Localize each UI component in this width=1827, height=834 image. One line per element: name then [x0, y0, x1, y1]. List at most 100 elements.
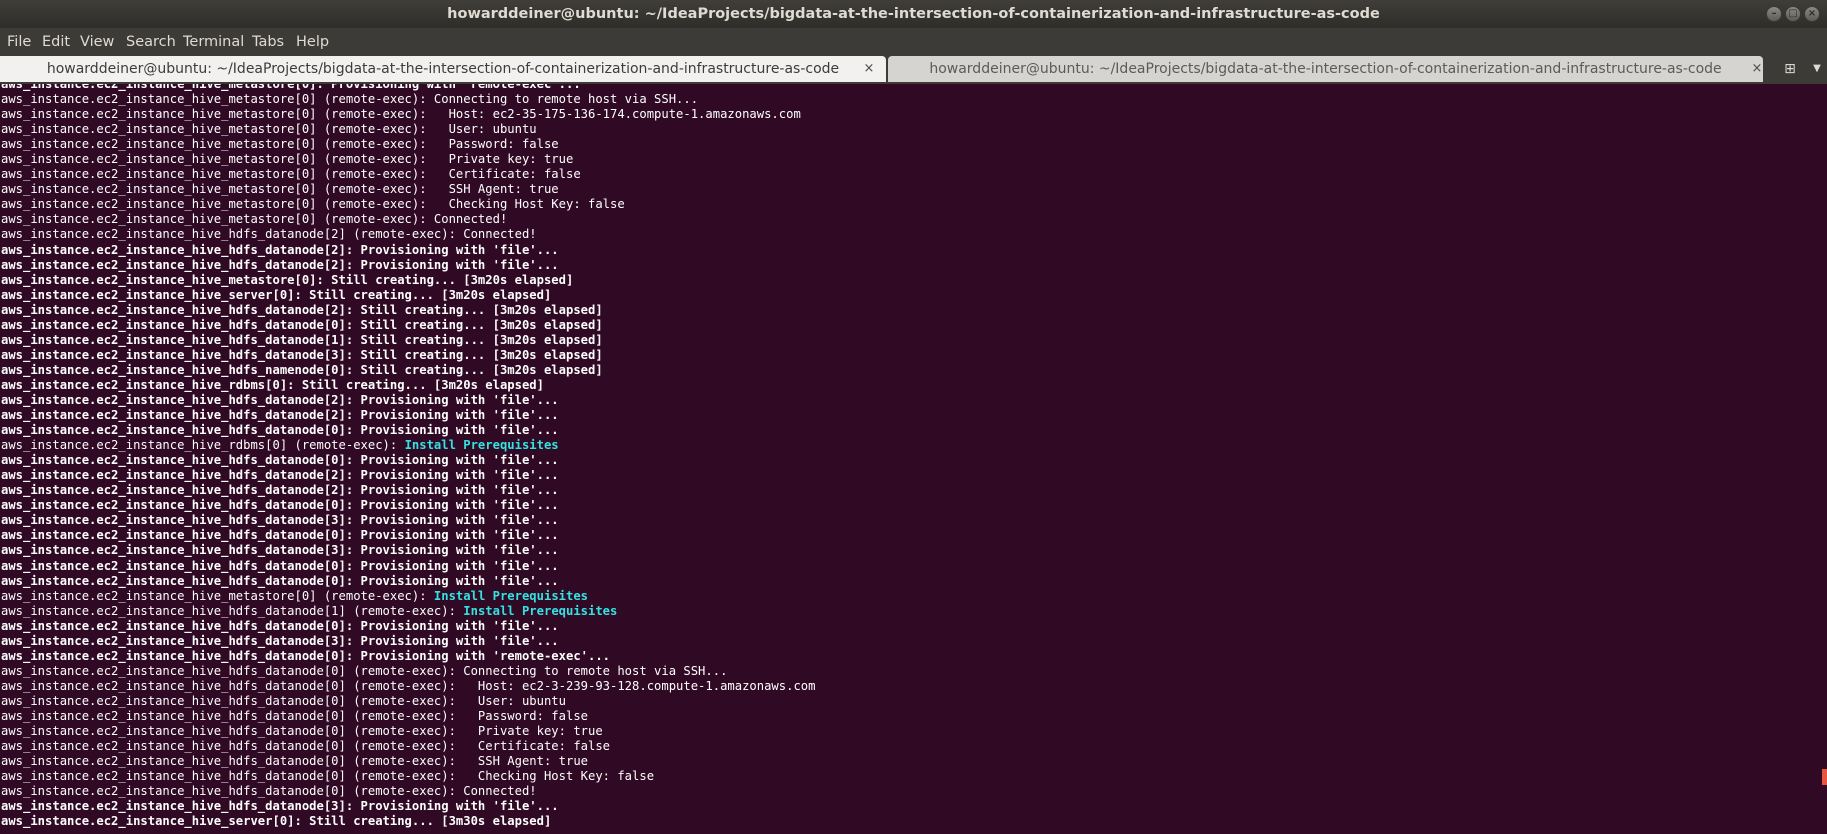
- terminal-line-text: aws_instance.ec2_instance_hive_hdfs_data…: [1, 633, 559, 648]
- tab-label: howarddeiner@ubuntu: ~/IdeaProjects/bigd…: [929, 61, 1722, 77]
- menu-help[interactable]: Help: [296, 28, 329, 56]
- terminal-line-text: aws_instance.ec2_instance_hive_hdfs_data…: [1, 693, 566, 708]
- terminal-line: aws_instance.ec2_instance_hive_hdfs_data…: [1, 754, 815, 769]
- terminal-line: aws_instance.ec2_instance_hive_hdfs_data…: [1, 258, 815, 273]
- terminal-line-text: aws_instance.ec2_instance_hive_hdfs_data…: [1, 558, 559, 573]
- new-tab-icon[interactable]: ⊞: [1781, 61, 1799, 77]
- menu-file[interactable]: File: [7, 28, 31, 56]
- terminal-line-text: aws_instance.ec2_instance_hive_metastore…: [1, 588, 434, 603]
- terminal-line: aws_instance.ec2_instance_hive_metastore…: [1, 137, 815, 152]
- terminal-line: aws_instance.ec2_instance_hive_hdfs_data…: [1, 243, 815, 258]
- close-tab-icon[interactable]: ×: [1750, 56, 1764, 82]
- terminal-line: aws_instance.ec2_instance_hive_hdfs_data…: [1, 528, 815, 543]
- terminal-line: aws_instance.ec2_instance_hive_hdfs_data…: [1, 468, 815, 483]
- terminal-line-text: aws_instance.ec2_instance_hive_hdfs_data…: [1, 648, 611, 663]
- close-tab-icon[interactable]: ×: [862, 56, 876, 82]
- menu-tabs[interactable]: Tabs: [252, 28, 284, 56]
- terminal-line: aws_instance.ec2_instance_hive_hdfs_data…: [1, 543, 815, 558]
- terminal-line: aws_instance.ec2_instance_hive_hdfs_data…: [1, 574, 815, 589]
- terminal-line-text: aws_instance.ec2_instance_hive_metastore…: [1, 122, 537, 137]
- menu-view[interactable]: View: [80, 28, 114, 56]
- terminal-line: aws_instance.ec2_instance_hive_hdfs_data…: [1, 724, 815, 739]
- terminal-line: aws_instance.ec2_instance_hive_hdfs_data…: [1, 634, 815, 649]
- terminal-line-text: aws_instance.ec2_instance_hive_hdfs_data…: [1, 483, 559, 498]
- terminal-line-text: aws_instance.ec2_instance_hive_hdfs_data…: [1, 663, 728, 678]
- terminal-line: aws_instance.ec2_instance_hive_metastore…: [1, 212, 815, 227]
- terminal-line-text: aws_instance.ec2_instance_hive_server[0]…: [1, 814, 552, 829]
- terminal-line: aws_instance.ec2_instance_hive_hdfs_data…: [1, 333, 815, 348]
- terminal-line: aws_instance.ec2_instance_hive_hdfs_name…: [1, 363, 815, 378]
- terminal-line: aws_instance.ec2_instance_hive_server[0]…: [1, 814, 815, 829]
- tab-terminal-1[interactable]: howarddeiner@ubuntu: ~/IdeaProjects/bigd…: [0, 56, 886, 82]
- minimize-icon[interactable]: –: [1766, 6, 1782, 22]
- terminal-line: aws_instance.ec2_instance_hive_hdfs_data…: [1, 423, 815, 438]
- terminal-line-text: aws_instance.ec2_instance_hive_hdfs_data…: [1, 227, 537, 242]
- terminal-line-text: aws_instance.ec2_instance_hive_metastore…: [1, 152, 574, 167]
- terminal-line-text: aws_instance.ec2_instance_hive_hdfs_data…: [1, 769, 655, 784]
- terminal-line-text: aws_instance.ec2_instance_hive_hdfs_data…: [1, 468, 559, 483]
- terminal-line-text: aws_instance.ec2_instance_hive_metastore…: [1, 272, 574, 287]
- terminal-line-text: aws_instance.ec2_instance_hive_metastore…: [1, 137, 559, 152]
- terminal-line-text: aws_instance.ec2_instance_hive_hdfs_data…: [1, 678, 816, 693]
- terminal-line: aws_instance.ec2_instance_hive_hdfs_data…: [1, 227, 815, 242]
- terminal-line-text: aws_instance.ec2_instance_hive_metastore…: [1, 197, 625, 212]
- terminal-line: aws_instance.ec2_instance_hive_rdbms[0] …: [1, 438, 815, 453]
- terminal-line-text: aws_instance.ec2_instance_hive_metastore…: [1, 84, 581, 91]
- terminal-line: aws_instance.ec2_instance_hive_metastore…: [1, 589, 815, 604]
- terminal-line: aws_instance.ec2_instance_hive_metastore…: [1, 122, 815, 137]
- terminal-line-text: aws_instance.ec2_instance_hive_hdfs_data…: [1, 799, 559, 814]
- menu-bar: File Edit View Search Terminal Tabs Help: [0, 28, 1827, 56]
- terminal-line: aws_instance.ec2_instance_hive_hdfs_data…: [1, 709, 815, 724]
- tab-terminal-2[interactable]: howarddeiner@ubuntu: ~/IdeaProjects/bigd…: [888, 56, 1763, 82]
- terminal-line-text: aws_instance.ec2_instance_hive_hdfs_data…: [1, 528, 559, 543]
- close-icon[interactable]: ×: [1804, 6, 1820, 22]
- terminal-line: aws_instance.ec2_instance_hive_hdfs_data…: [1, 303, 815, 318]
- chevron-down-icon[interactable]: ▼: [1810, 61, 1824, 77]
- tab-label: howarddeiner@ubuntu: ~/IdeaProjects/bigd…: [46, 61, 840, 77]
- terminal-line: aws_instance.ec2_instance_hive_metastore…: [1, 92, 815, 107]
- terminal-line-text: aws_instance.ec2_instance_hive_hdfs_data…: [1, 618, 559, 633]
- terminal-line: aws_instance.ec2_instance_hive_hdfs_data…: [1, 483, 815, 498]
- terminal-highlight: Install Prerequisites: [463, 603, 618, 618]
- terminal-highlight: Install Prerequisites: [404, 438, 559, 453]
- terminal-line-text: aws_instance.ec2_instance_hive_hdfs_data…: [1, 754, 588, 769]
- terminal-line-text: aws_instance.ec2_instance_hive_hdfs_data…: [1, 498, 559, 513]
- terminal-line-text: aws_instance.ec2_instance_hive_metastore…: [1, 167, 581, 182]
- terminal-line-text: aws_instance.ec2_instance_hive_hdfs_data…: [1, 317, 603, 332]
- terminal-line: aws_instance.ec2_instance_hive_metastore…: [1, 182, 815, 197]
- terminal-line: aws_instance.ec2_instance_hive_hdfs_data…: [1, 664, 815, 679]
- terminal-line-text: aws_instance.ec2_instance_hive_hdfs_data…: [1, 573, 559, 588]
- terminal-line: aws_instance.ec2_instance_hive_hdfs_data…: [1, 559, 815, 574]
- terminal-line-text: aws_instance.ec2_instance_hive_hdfs_data…: [1, 302, 603, 317]
- terminal-line: aws_instance.ec2_instance_hive_server[0]…: [1, 288, 815, 303]
- terminal-output[interactable]: aws_instance.ec2_instance_hive_metastore…: [0, 84, 1827, 834]
- tab-bar: howarddeiner@ubuntu: ~/IdeaProjects/bigd…: [0, 56, 1827, 84]
- terminal-line: aws_instance.ec2_instance_hive_hdfs_data…: [1, 318, 815, 333]
- terminal-line-text: aws_instance.ec2_instance_hive_hdfs_data…: [1, 603, 464, 618]
- terminal-line: aws_instance.ec2_instance_hive_hdfs_data…: [1, 694, 815, 709]
- terminal-line-text: aws_instance.ec2_instance_hive_hdfs_data…: [1, 392, 559, 407]
- menu-edit[interactable]: Edit: [42, 28, 70, 56]
- window-title: howarddeiner@ubuntu: ~/IdeaProjects/bigd…: [447, 6, 1380, 22]
- title-bar[interactable]: howarddeiner@ubuntu: ~/IdeaProjects/bigd…: [0, 0, 1827, 28]
- terminal-line: aws_instance.ec2_instance_hive_metastore…: [1, 167, 815, 182]
- menu-search[interactable]: Search: [126, 28, 176, 56]
- terminal-line-text: aws_instance.ec2_instance_hive_metastore…: [1, 212, 508, 227]
- terminal-line: aws_instance.ec2_instance_hive_hdfs_data…: [1, 739, 815, 754]
- terminal-line: aws_instance.ec2_instance_hive_hdfs_data…: [1, 498, 815, 513]
- terminal-line-text: aws_instance.ec2_instance_hive_hdfs_data…: [1, 784, 537, 799]
- terminal-line-text: aws_instance.ec2_instance_hive_hdfs_data…: [1, 453, 559, 468]
- terminal-line: aws_instance.ec2_instance_hive_hdfs_data…: [1, 513, 815, 528]
- terminal-line: aws_instance.ec2_instance_hive_hdfs_data…: [1, 799, 815, 814]
- terminal-line-text: aws_instance.ec2_instance_hive_hdfs_data…: [1, 332, 603, 347]
- terminal-line: aws_instance.ec2_instance_hive_metastore…: [1, 273, 815, 288]
- menu-terminal[interactable]: Terminal: [183, 28, 244, 56]
- terminal-line-text: aws_instance.ec2_instance_hive_hdfs_data…: [1, 423, 559, 438]
- terminal-line: aws_instance.ec2_instance_hive_metastore…: [1, 197, 815, 212]
- scrollbar-marker[interactable]: [1822, 769, 1827, 785]
- terminal-line: aws_instance.ec2_instance_hive_hdfs_data…: [1, 619, 815, 634]
- terminal-line-text: aws_instance.ec2_instance_hive_hdfs_name…: [1, 362, 603, 377]
- terminal-line-text: aws_instance.ec2_instance_hive_hdfs_data…: [1, 242, 559, 257]
- maximize-icon[interactable]: □: [1785, 6, 1801, 22]
- terminal-line: aws_instance.ec2_instance_hive_metastore…: [1, 152, 815, 167]
